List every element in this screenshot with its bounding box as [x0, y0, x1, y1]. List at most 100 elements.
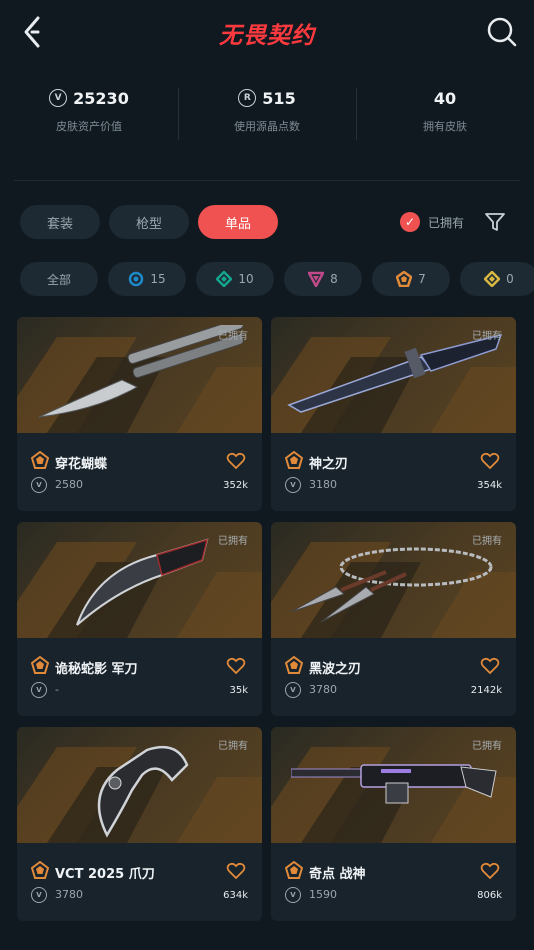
- skin-price: 2580: [55, 478, 83, 491]
- exclusive-tier-icon: [285, 656, 303, 674]
- search-icon[interactable]: [486, 16, 518, 48]
- skin-name: 诡秘蛇影 军刀: [55, 662, 138, 677]
- tier-ultra-icon: [484, 271, 501, 287]
- skin-image: 已拥有: [17, 317, 262, 433]
- chip-label: 全部: [46, 272, 71, 287]
- vp-coin-icon: V: [49, 89, 68, 107]
- owned-tag: 已拥有: [472, 331, 502, 342]
- skin-price: 3780: [309, 683, 337, 696]
- heart-icon[interactable]: [480, 656, 500, 676]
- skin-image: 已拥有: [271, 522, 516, 638]
- like-count: 35k: [229, 685, 248, 696]
- tier-exclusive-icon: [396, 271, 413, 287]
- owned-tag: 已拥有: [472, 536, 502, 547]
- chip-count: 10: [238, 272, 254, 286]
- skin-card[interactable]: 已拥有 诡秘蛇影 军刀 V - 35k: [17, 522, 262, 716]
- stat-label: 拥有皮肤: [423, 120, 467, 133]
- owned-filter-label: 已拥有: [428, 215, 465, 230]
- stat-radianite: R 515 使用源晶点数: [178, 86, 356, 142]
- vp-coin-icon: V: [31, 887, 47, 903]
- chip-ultra-tier[interactable]: 0: [460, 262, 534, 296]
- stat-owned-skins: 40 拥有皮肤: [356, 86, 534, 142]
- category-tabs: 套装 枪型 单品: [20, 205, 278, 239]
- stat-value: 40: [433, 88, 457, 108]
- karambit-icon: [76, 538, 209, 626]
- heart-icon[interactable]: [480, 451, 500, 471]
- vp-coin-icon: V: [285, 477, 301, 493]
- skin-price: 1590: [309, 888, 337, 901]
- chip-count: 15: [150, 272, 166, 286]
- tab-bundles[interactable]: 套装: [20, 205, 100, 239]
- skin-card[interactable]: 已拥有 神之刃 V 3180 354k: [271, 317, 516, 511]
- tab-single-items[interactable]: 单品: [198, 205, 278, 239]
- vp-coin-icon: V: [31, 682, 47, 698]
- chip-deluxe-tier[interactable]: 10: [196, 262, 274, 296]
- tier-filter-chips: 全部 15 10 8 7 0: [20, 262, 534, 296]
- tier-deluxe-icon: [216, 271, 233, 287]
- app-logo: 无畏契约: [219, 23, 315, 49]
- skin-card[interactable]: 已拥有 穿花蝴蝶 V 2580 352k: [17, 317, 262, 511]
- skin-image: 已拥有: [17, 522, 262, 638]
- divider: [14, 180, 520, 181]
- owned-tag: 已拥有: [218, 331, 248, 342]
- exclusive-tier-icon: [285, 451, 303, 469]
- skin-card[interactable]: 已拥有 黑波之刃 V 3780 2142k: [271, 522, 516, 716]
- owned-tag: 已拥有: [218, 741, 248, 752]
- chip-all[interactable]: 全部: [20, 262, 98, 296]
- owned-tag: 已拥有: [218, 536, 248, 547]
- skin-price: 3780: [55, 888, 83, 901]
- skin-name: 黑波之刃: [309, 662, 362, 677]
- exclusive-tier-icon: [31, 861, 49, 879]
- skin-image: 已拥有: [271, 317, 516, 433]
- skin-name: 神之刃: [309, 457, 349, 472]
- stat-label: 皮肤资产价值: [56, 120, 122, 133]
- tier-premium-icon: [308, 271, 325, 287]
- app-header: 无畏契约: [0, 0, 534, 66]
- chip-exclusive-tier[interactable]: 7: [372, 262, 450, 296]
- stat-skin-value: V 25230 皮肤资产价值: [0, 86, 178, 142]
- chip-count: 7: [418, 272, 426, 286]
- like-count: 352k: [223, 480, 248, 491]
- heart-icon[interactable]: [226, 656, 246, 676]
- chip-select-tier[interactable]: 15: [108, 262, 186, 296]
- skin-image: 已拥有: [17, 727, 262, 843]
- exclusive-tier-icon: [31, 656, 49, 674]
- radianite-icon: R: [238, 89, 257, 107]
- vp-coin-icon: V: [285, 887, 301, 903]
- vp-coin-icon: V: [31, 477, 47, 493]
- checkmark-icon: ✓: [400, 212, 420, 232]
- like-count: 2142k: [470, 685, 502, 696]
- exclusive-tier-icon: [285, 861, 303, 879]
- tier-select-icon: [129, 271, 144, 287]
- stats-bar: V 25230 皮肤资产价值 R 515 使用源晶点数 40 拥有皮肤: [0, 86, 534, 142]
- skin-price: 3180: [309, 478, 337, 491]
- like-count: 806k: [477, 890, 502, 901]
- stat-label: 使用源晶点数: [234, 120, 300, 133]
- kunai-chain-icon: [290, 547, 493, 623]
- heart-icon[interactable]: [480, 861, 500, 881]
- skin-name: VCT 2025 爪刀: [55, 867, 155, 882]
- owned-filter-toggle[interactable]: ✓ 已拥有: [400, 212, 464, 232]
- skin-name: 奇点 战神: [309, 867, 366, 882]
- claw-knife-icon: [97, 745, 189, 838]
- heart-icon[interactable]: [226, 861, 246, 881]
- skin-price: -: [55, 683, 59, 696]
- exclusive-tier-icon: [31, 451, 49, 469]
- stat-value: 25230: [73, 88, 129, 108]
- odin-gun-icon: [291, 764, 497, 804]
- chip-premium-tier[interactable]: 8: [284, 262, 362, 296]
- skin-name: 穿花蝴蝶: [55, 457, 108, 472]
- filter-icon[interactable]: [484, 211, 506, 233]
- chip-count: 0: [506, 272, 514, 286]
- chip-count: 8: [330, 272, 338, 286]
- stat-value: 515: [262, 88, 296, 108]
- owned-tag: 已拥有: [472, 741, 502, 752]
- heart-icon[interactable]: [226, 451, 246, 471]
- skin-image: 已拥有: [271, 727, 516, 843]
- vp-coin-icon: V: [285, 682, 301, 698]
- skin-card[interactable]: 已拥有 奇点 战神 V 1590 806k: [271, 727, 516, 921]
- like-count: 354k: [477, 480, 502, 491]
- skin-card[interactable]: 已拥有 VCT 2025 爪刀 V 3780 634k: [17, 727, 262, 921]
- tab-weapon-types[interactable]: 枪型: [109, 205, 189, 239]
- like-count: 634k: [223, 890, 248, 901]
